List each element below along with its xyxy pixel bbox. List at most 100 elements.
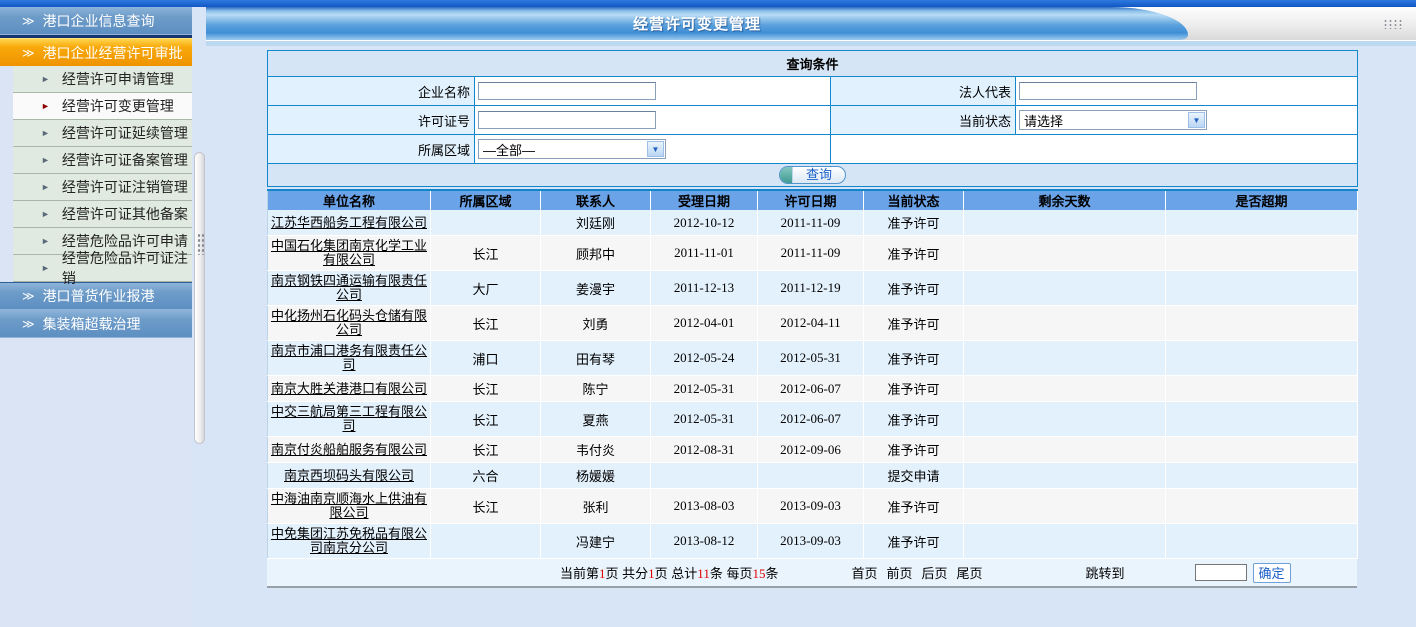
company-link[interactable]: 中化扬州石化码头仓储有限公司: [271, 308, 427, 337]
table-cell: [1166, 236, 1358, 271]
sidebar-subitem-label: 经营许可证注销管理: [62, 177, 188, 197]
total-records-number: 11: [697, 566, 710, 581]
table-cell: [1166, 463, 1358, 489]
sidebar-subitem-label: 经营危险品许可证注销: [62, 248, 192, 288]
sidebar: ≫ 港口企业信息查询 ≫ 港口企业经营许可审批 ►经营许可申请管理►经营许可变更…: [0, 7, 192, 627]
company-cell: 南京大胜关港港口有限公司: [268, 376, 431, 402]
table-row: 南京钢铁四通运输有限责任公司大厂姜漫宇2011-12-132011-12-19准…: [268, 271, 1358, 306]
table-cell: 姜漫宇: [541, 271, 651, 306]
table-cell: 2012-05-31: [651, 376, 758, 402]
table-cell: [1166, 489, 1358, 524]
status-select[interactable]: 请选择 ▼: [1019, 110, 1207, 130]
company-cell: 南京钢铁四通运输有限责任公司: [268, 271, 431, 306]
status-label: 当前状态: [831, 106, 1016, 135]
grip-dots-icon: [197, 233, 204, 255]
sidebar-subitem[interactable]: ► 经营许可证备案管理: [13, 147, 192, 174]
arrow-right-icon: ►: [41, 263, 50, 273]
table-header-row: 单位名称 所属区域 联系人 受理日期 许可日期 当前状态 剩余天数 是否超期: [268, 190, 1358, 210]
table-cell: 长江: [431, 437, 541, 463]
table-cell: 2012-08-31: [651, 437, 758, 463]
jump-page-input[interactable]: [1195, 564, 1247, 581]
table-cell: [1166, 402, 1358, 437]
table-cell: 2012-06-07: [758, 402, 864, 437]
sidebar-subitem[interactable]: ►经营危险品许可证注销: [13, 255, 192, 282]
legal-rep-label: 法人代表: [831, 77, 1016, 106]
company-link[interactable]: 中免集团江苏免税品有限公司南京分公司: [271, 526, 427, 555]
company-cell: 南京付炎船舶服务有限公司: [268, 437, 431, 463]
sidebar-splitter-handle[interactable]: [194, 152, 205, 444]
company-link[interactable]: 中交三航局第三工程有限公司: [271, 404, 427, 433]
sidebar-subitem-label: 经营许可变更管理: [62, 96, 174, 116]
company-link[interactable]: 江苏华西船务工程有限公司: [271, 215, 427, 230]
sidebar-subitem[interactable]: ►经营许可证其他备案: [13, 201, 192, 228]
chevron-right-icon: ≫: [22, 46, 33, 60]
table-row: 南京大胜关港港口有限公司长江陈宁2012-05-312012-06-07准予许可: [268, 376, 1358, 402]
table-cell: 提交申请: [864, 463, 964, 489]
table-cell: 2013-08-03: [651, 489, 758, 524]
company-link[interactable]: 南京付炎船舶服务有限公司: [271, 442, 427, 457]
next-page-link[interactable]: 后页: [922, 563, 948, 582]
region-select[interactable]: —全部— ▼: [478, 139, 666, 159]
company-name-input[interactable]: [478, 82, 656, 100]
arrow-right-icon: ►: [41, 236, 50, 246]
table-cell: 韦付炎: [541, 437, 651, 463]
table-cell: 六合: [431, 463, 541, 489]
sidebar-item-license-approval-active[interactable]: ≫ 港口企业经营许可审批: [0, 38, 192, 66]
sidebar-subitem[interactable]: ►经营许可申请管理: [13, 66, 192, 93]
sidebar-subitem[interactable]: ►经营许可证注销管理: [13, 174, 192, 201]
first-page-link[interactable]: 首页: [851, 563, 877, 582]
company-link[interactable]: 中海油南京顺海水上供油有限公司: [271, 491, 427, 520]
table-cell: 2012-09-06: [758, 437, 864, 463]
company-link[interactable]: 南京大胜关港港口有限公司: [271, 381, 427, 396]
license-no-input[interactable]: [478, 111, 656, 129]
confirm-button[interactable]: 确定: [1253, 563, 1291, 583]
last-page-link[interactable]: 尾页: [957, 563, 983, 582]
arrow-right-icon: ►: [41, 155, 50, 165]
grip-dots-icon: [1383, 19, 1404, 29]
table-row: 江苏华西船务工程有限公司刘廷刚2012-10-122011-11-09准予许可: [268, 210, 1358, 236]
sidebar-item-port-enterprise-info[interactable]: ≫ 港口企业信息查询: [0, 7, 192, 35]
company-link[interactable]: 中国石化集团南京化学工业有限公司: [271, 238, 427, 267]
results-table: 单位名称 所属区域 联系人 受理日期 许可日期 当前状态 剩余天数 是否超期 江…: [267, 189, 1358, 559]
table-cell: 顾邦中: [541, 236, 651, 271]
table-cell: 长江: [431, 402, 541, 437]
query-panel: 查询条件 企业名称 法人代表 许可证号 当前状态 请选择 ▼ 所属区: [267, 50, 1358, 187]
table-cell: [1166, 437, 1358, 463]
table-cell: [431, 524, 541, 559]
sidebar-subitem-label: 经营许可证其他备案: [62, 204, 188, 224]
pagination-nav: 首页 前页 后页 尾页: [851, 563, 982, 582]
table-cell: 张利: [541, 489, 651, 524]
company-link[interactable]: 南京钢铁四通运输有限责任公司: [271, 273, 427, 302]
company-link[interactable]: 南京市浦口港务有限责任公司: [271, 343, 427, 372]
company-cell: 中国石化集团南京化学工业有限公司: [268, 236, 431, 271]
table-cell: [1166, 271, 1358, 306]
search-button[interactable]: 查询: [779, 166, 846, 184]
region-label: 所属区域: [268, 135, 475, 164]
prev-page-link[interactable]: 前页: [887, 563, 913, 582]
table-cell: 准予许可: [864, 524, 964, 559]
table-cell: [964, 402, 1166, 437]
table-cell: 杨媛媛: [541, 463, 651, 489]
company-cell: 南京市浦口港务有限责任公司: [268, 341, 431, 376]
table-cell: 准予许可: [864, 306, 964, 341]
column-header-days-left: 剩余天数: [964, 190, 1166, 210]
table-cell: 长江: [431, 376, 541, 402]
main-content: 经营许可变更管理 查询条件 企业名称 法人代表 许可证号 当前状态 请选择: [206, 7, 1416, 627]
status-select-value: 请选择: [1024, 111, 1063, 130]
jump-to-label: 跳转到: [1086, 563, 1125, 582]
table-row: 南京付炎船舶服务有限公司长江韦付炎2012-08-312012-09-06准予许…: [268, 437, 1358, 463]
table-cell: 陈宁: [541, 376, 651, 402]
sidebar-item-label: 集装箱超载治理: [43, 314, 141, 334]
sidebar-subitem[interactable]: ►经营许可变更管理: [13, 93, 192, 120]
legal-rep-input[interactable]: [1019, 82, 1197, 100]
sidebar-subitem[interactable]: ►经营许可证延续管理: [13, 120, 192, 147]
table-row: 中交三航局第三工程有限公司长江夏燕2012-05-312012-06-07准予许…: [268, 402, 1358, 437]
company-link[interactable]: 南京西坝码头有限公司: [284, 468, 414, 483]
table-cell: [1166, 376, 1358, 402]
sidebar-subitem-label: 经营许可证备案管理: [62, 150, 188, 170]
sidebar-item-container-overload[interactable]: ≫ 集装箱超载治理: [0, 310, 192, 338]
page-header: 经营许可变更管理: [206, 7, 1416, 40]
table-cell: [964, 210, 1166, 236]
table-cell: 2012-05-31: [651, 402, 758, 437]
table-row: 中海油南京顺海水上供油有限公司长江张利2013-08-032013-09-03准…: [268, 489, 1358, 524]
